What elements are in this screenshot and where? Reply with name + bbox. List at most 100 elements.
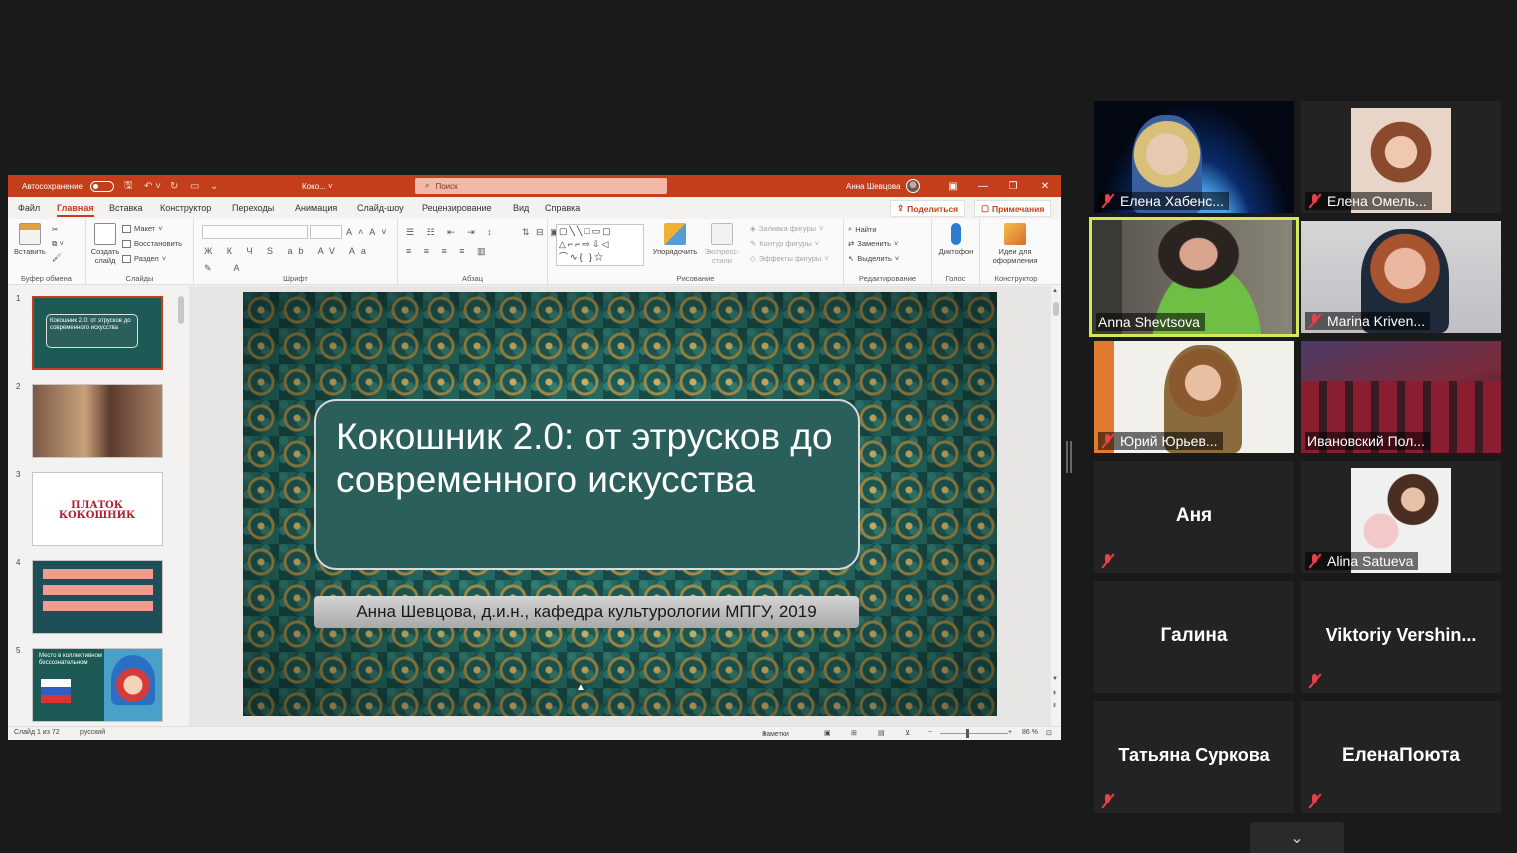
comment-icon: ▢: [981, 203, 990, 213]
shape-fill-button[interactable]: ◈ Заливка фигуры ˅: [750, 224, 823, 233]
avatar[interactable]: [906, 179, 921, 193]
participant-tile[interactable]: Галина: [1094, 581, 1294, 693]
shapes-gallery[interactable]: ▢╲╲□▭▢ △⌐⌐⇨⇩◁ ⌒∿{ }☆: [556, 224, 644, 266]
participant-tile[interactable]: ЕленаПоюта: [1301, 701, 1501, 813]
design-ideas-button[interactable]: Идеи для оформления: [982, 223, 1048, 265]
autosave-control[interactable]: Автосохранение: [22, 175, 114, 197]
find-button[interactable]: ⌕ Найти: [848, 224, 877, 234]
slide-subtitle-box[interactable]: Анна Шевцова, д.и.н., кафедра культуроло…: [314, 596, 859, 628]
replace-button[interactable]: ⇄ Заменить ˅: [848, 239, 898, 248]
shape-outline-button[interactable]: ✎ Контур фигуры ˅: [750, 239, 819, 248]
document-title[interactable]: Коко... ˅: [302, 175, 333, 197]
participant-tile[interactable]: Юрий Юрьев...: [1094, 341, 1294, 453]
zoom-out-icon[interactable]: −: [928, 729, 932, 736]
font-size-select[interactable]: [310, 225, 342, 239]
tab-design[interactable]: Конструктор: [160, 197, 211, 219]
fit-slide-icon[interactable]: ⊡: [1046, 729, 1052, 737]
scroll-up-icon[interactable]: ▲: [1052, 288, 1058, 294]
section-button[interactable]: Раздел ˅: [122, 254, 166, 263]
select-button[interactable]: ↖ Выделить ˅: [848, 254, 899, 263]
splitter-handle[interactable]: [1066, 441, 1072, 473]
tab-home[interactable]: Главная: [57, 197, 94, 219]
drawing-group: ▢╲╲□▭▢ △⌐⌐⇨⇩◁ ⌒∿{ }☆ Упорядочить Экспресс-…: [548, 219, 844, 285]
tab-view[interactable]: Вид: [513, 197, 529, 219]
thumbnail-slide-4[interactable]: [32, 560, 163, 634]
tab-review[interactable]: Рецензирование: [422, 197, 492, 219]
participant-tile[interactable]: Alina Satueva: [1301, 461, 1501, 573]
tab-insert[interactable]: Вставка: [109, 197, 142, 219]
slide-scrollbar[interactable]: ▲ ▼ ⇞ ⇟: [1051, 286, 1061, 726]
dictate-button[interactable]: Диктофон: [936, 223, 976, 256]
participant-tile[interactable]: Татьяна Суркова: [1094, 701, 1294, 813]
reading-view-icon[interactable]: ▤: [878, 729, 885, 737]
new-slide-button[interactable]: Создать слайд: [90, 223, 120, 265]
tab-slideshow[interactable]: Слайд-шоу: [357, 197, 404, 219]
list-buttons[interactable]: ☰ ☷ ⇤ ⇥ ↕: [406, 227, 497, 238]
participant-tile[interactable]: Marina Kriven...: [1301, 221, 1501, 333]
close-icon[interactable]: ✕: [1030, 175, 1060, 197]
active-speaker-tile[interactable]: Anna Shevtsova: [1089, 217, 1299, 337]
participant-name: Viktoriy Vershin...: [1325, 625, 1477, 645]
restore-icon[interactable]: ❐: [998, 175, 1028, 197]
paste-button[interactable]: Вставить: [14, 223, 46, 256]
participant-name: Галина: [1160, 625, 1228, 646]
save-icon[interactable]: 🖫: [124, 175, 133, 197]
next-slide-icon[interactable]: ⇟: [1052, 702, 1057, 709]
search-box[interactable]: ⌕ Поиск: [415, 178, 667, 194]
ribbon-options-icon[interactable]: ▣: [938, 175, 968, 197]
arrange-label: Упорядочить: [652, 247, 698, 256]
scroll-down-icon[interactable]: ▼: [1052, 676, 1058, 682]
arrange-button[interactable]: Упорядочить: [650, 223, 700, 256]
zoom-in-icon[interactable]: +: [1008, 729, 1012, 736]
language-indicator[interactable]: русский: [80, 729, 105, 736]
thumbnail-slide-3[interactable]: ПЛАТОК КОКОШНИК: [32, 472, 163, 546]
share-button[interactable]: ⇪ Поделиться: [890, 200, 966, 217]
font-size-buttons[interactable]: A˄A˅: [346, 227, 393, 237]
tab-help[interactable]: Справка: [545, 197, 580, 219]
reset-button[interactable]: Восстановить: [122, 239, 182, 248]
thumbnail-slide-5[interactable]: Место в коллективном бессознательном: [32, 648, 163, 722]
minimize-icon[interactable]: —: [968, 175, 998, 197]
prev-slide-icon[interactable]: ⇞: [1052, 690, 1057, 697]
zoom-level[interactable]: 86 %: [1022, 729, 1038, 736]
gallery-next-page-button[interactable]: ⌄: [1250, 822, 1344, 853]
tab-animations[interactable]: Анимация: [295, 197, 337, 219]
slide[interactable]: Кокошник 2.0: от этрусков до современног…: [243, 292, 997, 716]
align-buttons[interactable]: ≡ ≡ ≡ ≡ ▥: [406, 246, 491, 257]
participant-tile[interactable]: Елена Омель...: [1301, 101, 1501, 213]
scroll-thumb[interactable]: [178, 296, 184, 324]
user-account[interactable]: Анна Шевцова: [846, 175, 921, 197]
zoom-slider[interactable]: [940, 733, 1008, 734]
zoom-slider-thumb[interactable]: [966, 729, 969, 738]
slide-title-box[interactable]: Кокошник 2.0: от этрусков до современног…: [314, 399, 860, 570]
quick-styles-button[interactable]: Экспресс-стили: [700, 223, 744, 265]
shape-effects-button[interactable]: ◇ Эффекты фигуры ˅: [750, 254, 829, 263]
tab-transitions[interactable]: Переходы: [232, 197, 274, 219]
outline-icon: ✎: [750, 239, 757, 248]
redo-icon[interactable]: ↻: [170, 175, 178, 197]
copy-icon[interactable]: ⧉ ˅: [52, 239, 64, 249]
font-name-select[interactable]: [202, 225, 308, 239]
thumbnail-slide-1[interactable]: Кокошник 2.0: от этрусков до современног…: [32, 296, 163, 370]
slideshow-icon[interactable]: ⊻: [905, 729, 910, 737]
undo-icon[interactable]: ↶ ˅: [144, 175, 161, 197]
layout-button[interactable]: Макет ˅: [122, 224, 163, 233]
participant-tile[interactable]: Ивановский Пол...: [1301, 341, 1501, 453]
format-painter-icon[interactable]: 🖌: [52, 253, 62, 262]
tab-file[interactable]: Файл: [18, 197, 40, 219]
scroll-thumb[interactable]: [1053, 302, 1059, 316]
cut-icon[interactable]: ✂: [52, 225, 58, 234]
thumbnail-slide-2[interactable]: [32, 384, 163, 458]
thumbnails-scrollbar[interactable]: [176, 286, 186, 726]
font-color-buttons[interactable]: ✎ A: [204, 263, 250, 274]
present-icon[interactable]: ▭: [190, 175, 199, 197]
font-style-buttons[interactable]: Ж К Ч S ab AV Aa: [204, 246, 372, 256]
customize-toolbar-icon[interactable]: ⌄: [210, 175, 218, 197]
comments-button[interactable]: ▢ Примечания: [974, 200, 1052, 217]
normal-view-icon[interactable]: ▣: [824, 729, 831, 737]
participant-tile[interactable]: Viktoriy Vershin...: [1301, 581, 1501, 693]
autosave-toggle[interactable]: [89, 180, 114, 192]
participant-tile[interactable]: Елена Хабенс...: [1094, 101, 1294, 213]
slide-sorter-icon[interactable]: ⊞: [851, 729, 857, 737]
participant-tile[interactable]: Аня: [1094, 461, 1294, 573]
